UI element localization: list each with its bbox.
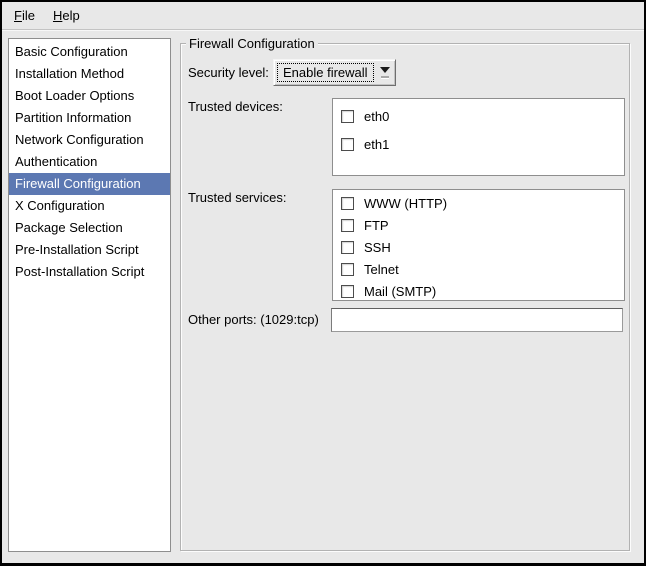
- section-list: Basic Configuration Installation Method …: [8, 38, 171, 552]
- sidebar-item[interactable]: Pre-Installation Script: [9, 239, 170, 261]
- sidebar-item-label: Package Selection: [15, 220, 123, 235]
- sidebar-item-label: Post-Installation Script: [15, 264, 144, 279]
- sidebar-item[interactable]: Post-Installation Script: [9, 261, 170, 283]
- sidebar-item-label: Authentication: [15, 154, 97, 169]
- service-label: WWW (HTTP): [364, 196, 447, 211]
- device-checkbox[interactable]: [341, 110, 354, 123]
- sidebar-item-label: Boot Loader Options: [15, 88, 134, 103]
- trusted-device-row[interactable]: eth1: [333, 130, 624, 158]
- frame-title: Firewall Configuration: [186, 36, 318, 51]
- sidebar-item-label: Network Configuration: [15, 132, 144, 147]
- service-checkbox[interactable]: [341, 197, 354, 210]
- menu-help-label: Help: [53, 8, 80, 23]
- trusted-services-label: Trusted services:: [188, 190, 287, 205]
- sidebar-item[interactable]: Package Selection: [9, 217, 170, 239]
- trusted-services-list: WWW (HTTP) FTP SSH Telnet: [332, 189, 625, 301]
- trusted-service-row[interactable]: Mail (SMTP): [333, 280, 624, 301]
- security-level-label: Security level:: [188, 59, 269, 86]
- trusted-service-row[interactable]: SSH: [333, 236, 624, 258]
- service-checkbox[interactable]: [341, 219, 354, 232]
- service-checkbox[interactable]: [341, 263, 354, 276]
- sidebar-item[interactable]: Authentication: [9, 151, 170, 173]
- sidebar-item[interactable]: Basic Configuration: [9, 41, 170, 63]
- sidebar-item-label: Installation Method: [15, 66, 124, 81]
- sidebar-item-label: Firewall Configuration: [15, 176, 141, 191]
- device-label: eth1: [364, 137, 389, 152]
- sidebar-item[interactable]: X Configuration: [9, 195, 170, 217]
- sidebar-item[interactable]: Installation Method: [9, 63, 170, 85]
- security-level-dropdown[interactable]: Enable firewall: [273, 59, 396, 86]
- trusted-devices-list: eth0 eth1: [332, 98, 625, 176]
- sidebar-item[interactable]: Partition Information: [9, 107, 170, 129]
- service-label: Mail (SMTP): [364, 284, 436, 299]
- service-label: FTP: [364, 218, 389, 233]
- dropdown-arrow-icon: [376, 60, 395, 85]
- menu-file[interactable]: File: [5, 3, 44, 28]
- kickstart-configurator-window: File Help Basic Configuration Installati…: [0, 0, 646, 566]
- firewall-configuration-frame: Firewall Configuration Security level: E…: [180, 43, 630, 551]
- trusted-device-row[interactable]: eth0: [333, 102, 624, 130]
- menubar: File Help: [2, 2, 644, 30]
- sidebar-item-label: X Configuration: [15, 198, 105, 213]
- sidebar-item[interactable]: Firewall Configuration: [9, 173, 170, 195]
- sidebar-item-label: Pre-Installation Script: [15, 242, 139, 257]
- trusted-devices-label: Trusted devices:: [188, 99, 283, 114]
- sidebar-item[interactable]: Boot Loader Options: [9, 85, 170, 107]
- device-checkbox[interactable]: [341, 138, 354, 151]
- security-level-value: Enable firewall: [277, 63, 374, 82]
- trusted-service-row[interactable]: Telnet: [333, 258, 624, 280]
- service-label: Telnet: [364, 262, 399, 277]
- trusted-service-row[interactable]: FTP: [333, 214, 624, 236]
- service-label: SSH: [364, 240, 391, 255]
- service-checkbox[interactable]: [341, 285, 354, 298]
- trusted-service-row[interactable]: WWW (HTTP): [333, 192, 624, 214]
- service-checkbox[interactable]: [341, 241, 354, 254]
- device-label: eth0: [364, 109, 389, 124]
- sidebar-item-label: Basic Configuration: [15, 44, 128, 59]
- sidebar-item-label: Partition Information: [15, 110, 131, 125]
- menu-file-label: File: [14, 8, 35, 23]
- sidebar-item[interactable]: Network Configuration: [9, 129, 170, 151]
- other-ports-label: Other ports: (1029:tcp): [188, 308, 319, 332]
- other-ports-input[interactable]: [331, 308, 623, 332]
- menu-help[interactable]: Help: [44, 3, 89, 28]
